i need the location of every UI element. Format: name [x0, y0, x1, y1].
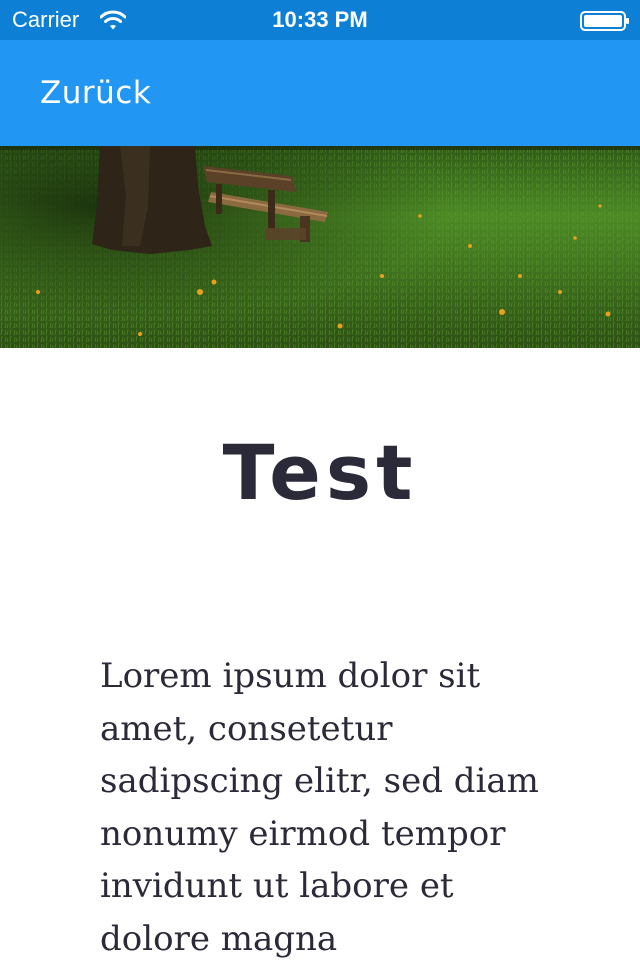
page-title: Test: [222, 428, 418, 517]
clock-label: 10:33 PM: [272, 7, 368, 32]
hero-image: [0, 146, 640, 348]
battery-icon: [580, 10, 630, 32]
body-text: Lorem ipsum dolor sit amet, consetetur s…: [100, 656, 539, 959]
navigation-bar: Zurück: [0, 40, 640, 146]
detail-screen: Carrier 10:33 PM Zurück Test Lorem ipsum…: [0, 0, 640, 960]
status-bar: Carrier 10:33 PM: [0, 0, 640, 40]
back-button[interactable]: Zurück: [40, 73, 151, 113]
